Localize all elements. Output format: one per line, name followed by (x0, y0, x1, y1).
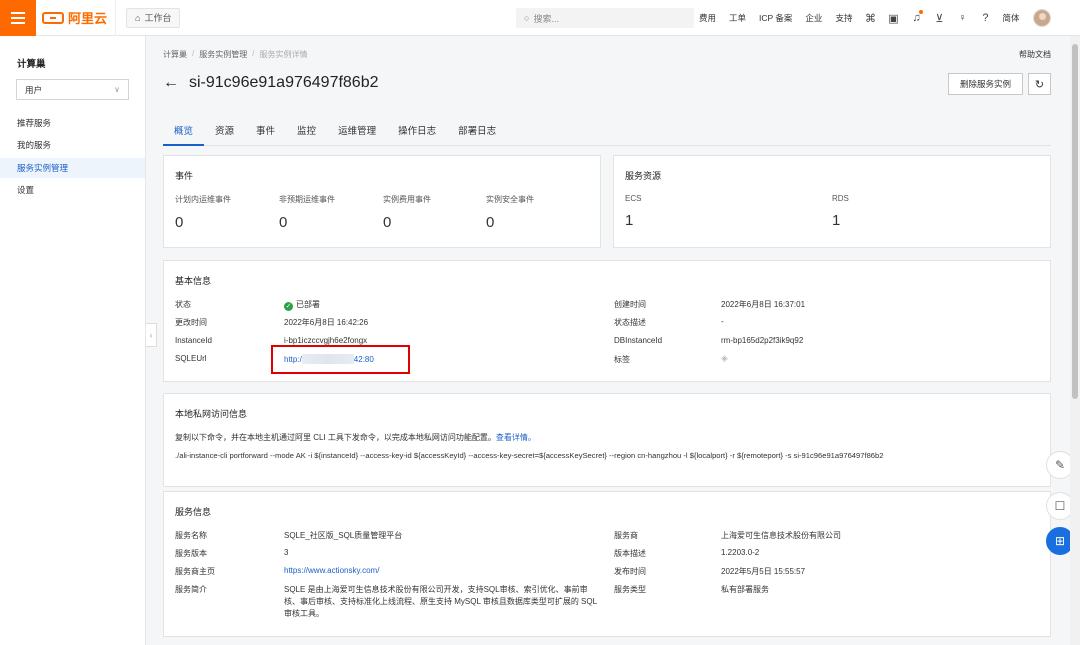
top-nav: 费用 工单 ICP 备案 企业 支持 ⌘ ▣ ♫ ⊻ ♀ ? 简体 (699, 0, 1052, 36)
avatar[interactable] (1033, 9, 1052, 27)
events-card: 事件 计划内运维事件 0 非预期运维事件 0 实例费用事件 0 实例安全事件 0 (163, 155, 601, 248)
language-switch[interactable]: 简体 (1002, 12, 1019, 24)
instance-id-value: i-bp1iczccvgjh6e2fongx (284, 336, 368, 345)
view-details-link[interactable]: 查看详情。 (496, 433, 536, 442)
cli-command[interactable]: ./ali-instance-cli portforward --mode AK… (175, 451, 883, 460)
breadcrumb-item[interactable]: 服务实例管理 (199, 49, 247, 60)
stat-planned[interactable]: 计划内运维事件 0 (175, 194, 231, 231)
tag-icon[interactable]: ◈ (721, 353, 728, 364)
stat-rds[interactable]: RDS 1 (832, 194, 849, 229)
tab-operations[interactable]: 运维管理 (327, 122, 387, 146)
home-icon: ⌂ (135, 12, 141, 23)
sidebar-item-settings[interactable]: 设置 (0, 180, 145, 200)
grid-icon: ⊞ (1054, 534, 1066, 548)
service-intro: SQLE 是由上海爱可生信息技术股份有限公司开发，支持SQL审核、索引优化、事前… (284, 585, 597, 618)
nav-support[interactable]: 支持 (835, 12, 852, 24)
sidebar: 计算巢 用户 ∨ 推荐服务 我的服务 服务实例管理 设置 (0, 36, 146, 645)
status-badge: ✓ 已部署 (284, 300, 320, 311)
check-circle-icon: ✓ (284, 302, 293, 311)
breadcrumb: 计算巢 / 服务实例管理 / 服务实例详情 (163, 49, 308, 60)
nav-enterprise[interactable]: 企业 (805, 12, 822, 24)
tab-resources[interactable]: 资源 (204, 122, 245, 146)
stat-unexpected[interactable]: 非预期运维事件 0 (279, 194, 335, 231)
private-network-desc: 复制以下命令，并在本地主机通过阿里 CLI 工具下发命令，以完成本地私网访问功能… (175, 433, 536, 442)
cart-icon[interactable]: ⊻ (931, 10, 947, 26)
nav-icp[interactable]: ICP 备案 (759, 12, 792, 24)
devops-icon[interactable]: ⌘ (862, 10, 878, 26)
pencil-icon: ✎ (1054, 458, 1066, 472)
sidebar-item-my-services[interactable]: 我的服务 (0, 135, 145, 155)
sidebar-title: 计算巢 (17, 59, 46, 70)
db-instance-id-value: rm-bp165d2p2f3ik9q92 (721, 336, 804, 345)
lightbulb-icon[interactable]: ♀ (954, 10, 970, 26)
hamburger-menu-icon[interactable] (0, 0, 36, 36)
main-content: 计算巢 / 服务实例管理 / 服务实例详情 帮助文档 ← si-91c96e91… (147, 36, 1067, 645)
service-info-card: 服务信息 服务名称 SQLE_社区版_SQL质量管理平台 服务版本 3 服务商主… (163, 491, 1051, 637)
tab-monitoring[interactable]: 监控 (286, 122, 327, 146)
chevron-down-icon: ∨ (114, 85, 120, 94)
breadcrumb-item[interactable]: 计算巢 (163, 49, 187, 60)
private-network-title: 本地私网访问信息 (175, 409, 248, 419)
tab-deploy-log[interactable]: 部署日志 (447, 122, 507, 146)
help-docs-link[interactable]: 帮助文档 (1019, 49, 1051, 60)
stat-billing[interactable]: 实例费用事件 0 (383, 194, 431, 231)
notification-dot (919, 10, 924, 14)
back-arrow-icon[interactable]: ← (163, 74, 179, 92)
bell-icon[interactable]: ♫ (908, 10, 924, 26)
refresh-button[interactable]: ↻ (1028, 73, 1051, 95)
private-network-card: 本地私网访问信息 复制以下命令，并在本地主机通过阿里 CLI 工具下发命令，以完… (163, 393, 1051, 487)
title-row: ← si-91c96e91a976497f86b2 (163, 74, 379, 92)
delete-instance-button[interactable]: 删除服务实例 (948, 73, 1023, 95)
highlight-annotation (271, 345, 410, 374)
tab-overview[interactable]: 概览 (163, 122, 205, 146)
sidebar-item-recommended[interactable]: 推荐服务 (0, 113, 145, 133)
resources-title: 服务资源 (625, 171, 662, 181)
nav-ticket[interactable]: 工单 (729, 12, 746, 24)
tabs: 概览 资源 事件 监控 运维管理 操作日志 部署日志 (163, 122, 1051, 146)
basic-info-title: 基本信息 (175, 276, 212, 286)
search-input[interactable]: ○ 搜索... (516, 8, 694, 28)
aliyun-logo[interactable]: 阿里云 (42, 0, 117, 36)
events-title: 事件 (175, 171, 194, 181)
stat-security[interactable]: 实例安全事件 0 (486, 194, 534, 231)
sidebar-item-instance-management[interactable]: 服务实例管理 (0, 158, 145, 178)
workbench-button[interactable]: ⌂ 工作台 (126, 7, 181, 28)
terminal-icon[interactable]: ▣ (885, 10, 901, 26)
tab-operation-log[interactable]: 操作日志 (387, 122, 447, 146)
scrollbar-thumb[interactable] (1072, 44, 1078, 399)
refresh-icon: ↻ (1034, 78, 1045, 91)
page-title: si-91c96e91a976497f86b2 (189, 74, 379, 91)
breadcrumb-current: 服务实例详情 (259, 50, 308, 59)
aliyun-logo-icon (42, 11, 64, 24)
chat-icon: ☐ (1054, 499, 1066, 513)
stat-ecs[interactable]: ECS 1 (625, 194, 641, 229)
resources-card: 服务资源 ECS 1 RDS 1 (613, 155, 1051, 248)
provider-homepage-link[interactable]: https://www.actionsky.com/ (284, 566, 379, 575)
nav-billing[interactable]: 费用 (699, 12, 716, 24)
role-select[interactable]: 用户 ∨ (16, 79, 129, 100)
help-icon[interactable]: ? (977, 10, 993, 26)
tab-events[interactable]: 事件 (245, 122, 286, 146)
search-icon: ○ (524, 13, 530, 23)
service-info-title: 服务信息 (175, 507, 212, 517)
